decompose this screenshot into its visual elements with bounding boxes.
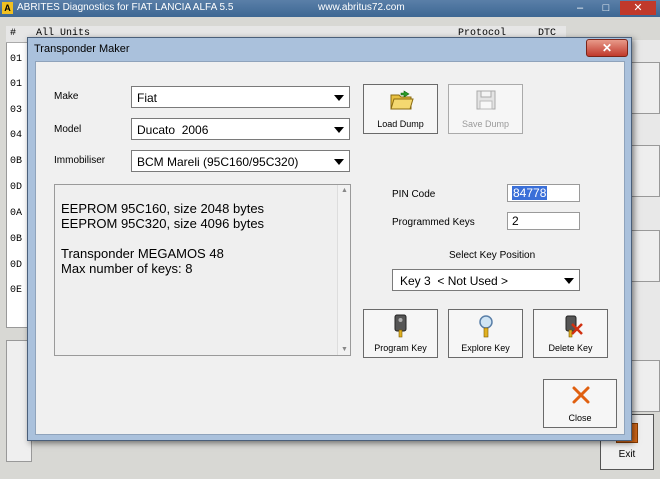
toolbar-button[interactable] [630, 360, 660, 412]
transponder-maker-dialog: Transponder Maker ✕ Make Fiat Model Duca… [27, 37, 632, 441]
load-dump-button[interactable]: Load Dump [363, 84, 438, 134]
program-key-label: Program Key [374, 343, 427, 353]
minimize-icon[interactable]: – [568, 1, 592, 15]
info-line: EEPROM 95C160, size 2048 bytes [61, 201, 265, 216]
app-site: www.abritus72.com [318, 2, 405, 13]
key-position-label: Select Key Position [449, 250, 536, 261]
key-position-value: Key 3 < Not Used > [400, 274, 509, 288]
app-title: ABRITES Diagnostics for FIAT LANCIA ALFA… [17, 2, 234, 13]
chevron-down-icon [331, 89, 347, 105]
folder-open-icon [390, 90, 414, 110]
make-value: Fiat [137, 91, 158, 105]
info-line: Transponder MEGAMOS 48 [61, 246, 224, 261]
list-item[interactable]: 0D [10, 182, 22, 193]
explore-key-button[interactable]: Explore Key [448, 309, 523, 358]
info-scrollbar[interactable]: ▲ ▼ [337, 185, 350, 355]
chevron-down-icon [331, 153, 347, 169]
list-item[interactable]: 04 [10, 130, 22, 141]
save-dump-label: Save Dump [461, 119, 510, 129]
delete-key-icon [565, 315, 583, 338]
app-titlebar: A ABRITES Diagnostics for FIAT LANCIA AL… [0, 0, 660, 17]
toolbar-button[interactable] [630, 62, 660, 114]
programmed-keys-value: 2 [512, 214, 519, 228]
list-item[interactable]: 0B [10, 156, 22, 167]
program-key-button[interactable]: Program Key [363, 309, 438, 358]
dialog-body: Make Fiat Model Ducato 2006 Immobiliser … [35, 61, 625, 435]
floppy-disk-icon [476, 90, 496, 110]
immobiliser-value: BCM Mareli (95C160/95C320) [137, 155, 299, 169]
maximize-icon[interactable]: □ [594, 1, 618, 15]
magnifier-key-icon [479, 315, 493, 338]
delete-key-label: Delete Key [548, 343, 593, 353]
list-item[interactable]: 01 [10, 79, 22, 90]
col-hash: # [10, 28, 17, 39]
pin-code-value: 84778 [512, 186, 548, 200]
app-logo-icon: A [2, 2, 13, 14]
scroll-down-icon[interactable]: ▼ [341, 346, 348, 353]
make-label: Make [54, 91, 79, 102]
immobiliser-select[interactable]: BCM Mareli (95C160/95C320) [131, 150, 350, 172]
delete-key-button[interactable]: Delete Key [533, 309, 608, 358]
close-icon [572, 386, 590, 404]
pin-code-field[interactable]: 84778 [507, 184, 580, 202]
explore-key-label: Explore Key [461, 343, 510, 353]
dialog-close-icon[interactable]: ✕ [586, 39, 628, 57]
info-line: Max number of keys: 8 [61, 261, 193, 276]
programmed-keys-label: Programmed Keys [392, 217, 475, 228]
program-key-icon [394, 314, 407, 338]
list-item[interactable]: 01 [10, 54, 22, 65]
immobiliser-label: Immobiliser [54, 155, 106, 166]
list-item[interactable]: 03 [10, 105, 22, 116]
scroll-up-icon[interactable]: ▲ [341, 187, 348, 194]
exit-label: Exit [618, 449, 636, 460]
load-dump-label: Load Dump [377, 119, 424, 129]
make-select[interactable]: Fiat [131, 86, 350, 108]
save-dump-button[interactable]: Save Dump [448, 84, 523, 134]
units-list[interactable] [6, 26, 28, 328]
app-close-icon[interactable]: ✕ [620, 1, 656, 15]
model-value: Ducato 2006 [137, 123, 209, 137]
dialog-title: Transponder Maker [34, 43, 130, 55]
toolbar-button[interactable] [630, 145, 660, 197]
list-item[interactable]: 0B [10, 234, 22, 245]
close-label: Close [568, 413, 592, 423]
chevron-down-icon [331, 121, 347, 137]
info-textarea[interactable]: EEPROM 95C160, size 2048 bytes EEPROM 95… [54, 184, 351, 356]
key-position-select[interactable]: Key 3 < Not Used > [392, 269, 580, 291]
list-item[interactable]: 0E [10, 285, 22, 296]
list-item[interactable]: 0D [10, 260, 22, 271]
programmed-keys-field[interactable]: 2 [507, 212, 580, 230]
close-button[interactable]: Close [543, 379, 617, 428]
info-line: EEPROM 95C320, size 4096 bytes [61, 216, 265, 231]
toolbar-button[interactable] [630, 230, 660, 282]
chevron-down-icon [561, 272, 577, 288]
model-select[interactable]: Ducato 2006 [131, 118, 350, 140]
pin-code-label: PIN Code [392, 189, 436, 200]
list-item[interactable]: 0A [10, 208, 22, 219]
model-label: Model [54, 124, 82, 135]
